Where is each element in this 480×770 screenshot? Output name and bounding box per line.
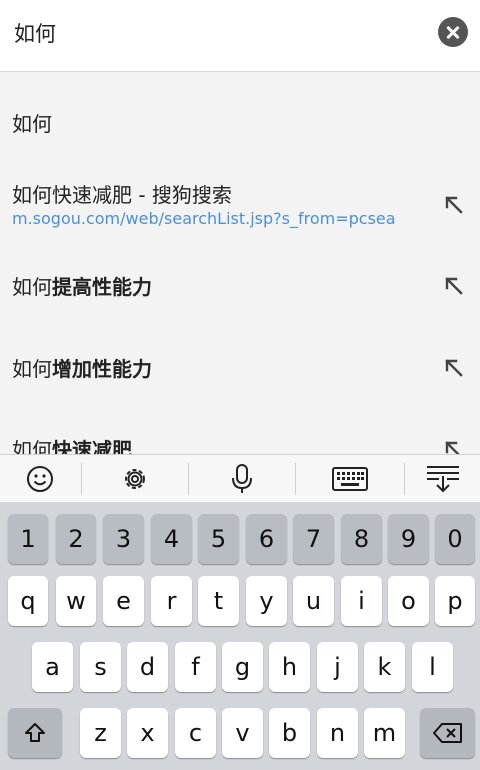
key-d[interactable]: d bbox=[127, 642, 168, 692]
key-5[interactable]: 5 bbox=[198, 514, 239, 564]
backspace-key[interactable] bbox=[420, 708, 475, 758]
key-w[interactable]: w bbox=[56, 576, 96, 626]
fill-query-arrow-icon[interactable] bbox=[444, 440, 464, 454]
suggestion-list: 如何 如何快速减肥 - 搜狗搜索 m.sogou.com/web/searchL… bbox=[0, 73, 480, 454]
key-k[interactable]: k bbox=[364, 642, 405, 692]
key-g[interactable]: g bbox=[222, 642, 263, 692]
suggestion-item[interactable]: 如何 bbox=[0, 73, 480, 155]
microphone-icon[interactable] bbox=[189, 455, 295, 503]
shift-icon bbox=[25, 723, 45, 742]
keyboard-icon[interactable] bbox=[296, 455, 404, 503]
fill-query-arrow-icon[interactable] bbox=[444, 276, 464, 296]
key-q[interactable]: q bbox=[8, 576, 48, 626]
key-1[interactable]: 1 bbox=[8, 514, 48, 564]
key-z[interactable]: z bbox=[80, 708, 121, 758]
fill-query-arrow-icon[interactable] bbox=[444, 358, 464, 378]
key-x[interactable]: x bbox=[127, 708, 168, 758]
key-3[interactable]: 3 bbox=[103, 514, 144, 564]
suggestion-item-history[interactable]: 如何快速减肥 - 搜狗搜索 m.sogou.com/web/searchList… bbox=[0, 155, 480, 243]
key-u[interactable]: u bbox=[293, 576, 334, 626]
key-o[interactable]: o bbox=[388, 576, 429, 626]
suggestion-item[interactable]: 如何快速减肥 bbox=[0, 407, 480, 454]
suggestion-item[interactable]: 如何增加性能力 bbox=[0, 325, 480, 407]
key-a[interactable]: a bbox=[32, 642, 73, 692]
key-c[interactable]: c bbox=[175, 708, 216, 758]
key-r[interactable]: r bbox=[151, 576, 192, 626]
key-i[interactable]: i bbox=[341, 576, 382, 626]
search-input[interactable]: 如何 bbox=[14, 18, 56, 48]
key-0[interactable]: 0 bbox=[435, 514, 475, 564]
key-b[interactable]: b bbox=[269, 708, 310, 758]
emoji-icon[interactable] bbox=[0, 455, 80, 503]
keyboard: 1 2 3 4 5 6 7 8 9 0 q w e r t y u i o p … bbox=[0, 502, 480, 770]
clear-icon[interactable] bbox=[438, 17, 468, 47]
key-e[interactable]: e bbox=[103, 576, 144, 626]
suggestion-title: 如何快速减肥 - 搜狗搜索 bbox=[12, 183, 232, 207]
hide-keyboard-icon[interactable] bbox=[405, 455, 480, 503]
key-f[interactable]: f bbox=[175, 642, 216, 692]
suggestion-label: 如何提高性能力 bbox=[12, 275, 152, 299]
suggestion-item[interactable]: 如何提高性能力 bbox=[0, 243, 480, 325]
suggestion-label: 如何快速减肥 bbox=[12, 438, 132, 454]
backspace-icon bbox=[432, 723, 462, 743]
key-t[interactable]: t bbox=[198, 576, 239, 626]
key-m[interactable]: m bbox=[364, 708, 405, 758]
key-s[interactable]: s bbox=[80, 642, 121, 692]
key-6[interactable]: 6 bbox=[246, 514, 287, 564]
key-8[interactable]: 8 bbox=[341, 514, 382, 564]
suggestion-label: 如何增加性能力 bbox=[12, 357, 152, 381]
key-4[interactable]: 4 bbox=[151, 514, 192, 564]
key-j[interactable]: j bbox=[317, 642, 358, 692]
key-l[interactable]: l bbox=[412, 642, 453, 692]
key-p[interactable]: p bbox=[435, 576, 475, 626]
settings-icon[interactable] bbox=[82, 455, 188, 503]
key-2[interactable]: 2 bbox=[56, 514, 96, 564]
key-n[interactable]: n bbox=[317, 708, 358, 758]
keyboard-toolbar bbox=[0, 454, 480, 502]
key-y[interactable]: y bbox=[246, 576, 287, 626]
suggestion-label: 如何 bbox=[12, 112, 52, 136]
key-9[interactable]: 9 bbox=[388, 514, 429, 564]
key-v[interactable]: v bbox=[222, 708, 263, 758]
key-7[interactable]: 7 bbox=[293, 514, 334, 564]
key-h[interactable]: h bbox=[269, 642, 310, 692]
shift-key[interactable] bbox=[8, 708, 62, 758]
search-bar: 如何 bbox=[0, 0, 480, 72]
suggestion-url: m.sogou.com/web/searchList.jsp?s_from=pc… bbox=[12, 209, 396, 228]
fill-query-arrow-icon[interactable] bbox=[444, 195, 464, 215]
